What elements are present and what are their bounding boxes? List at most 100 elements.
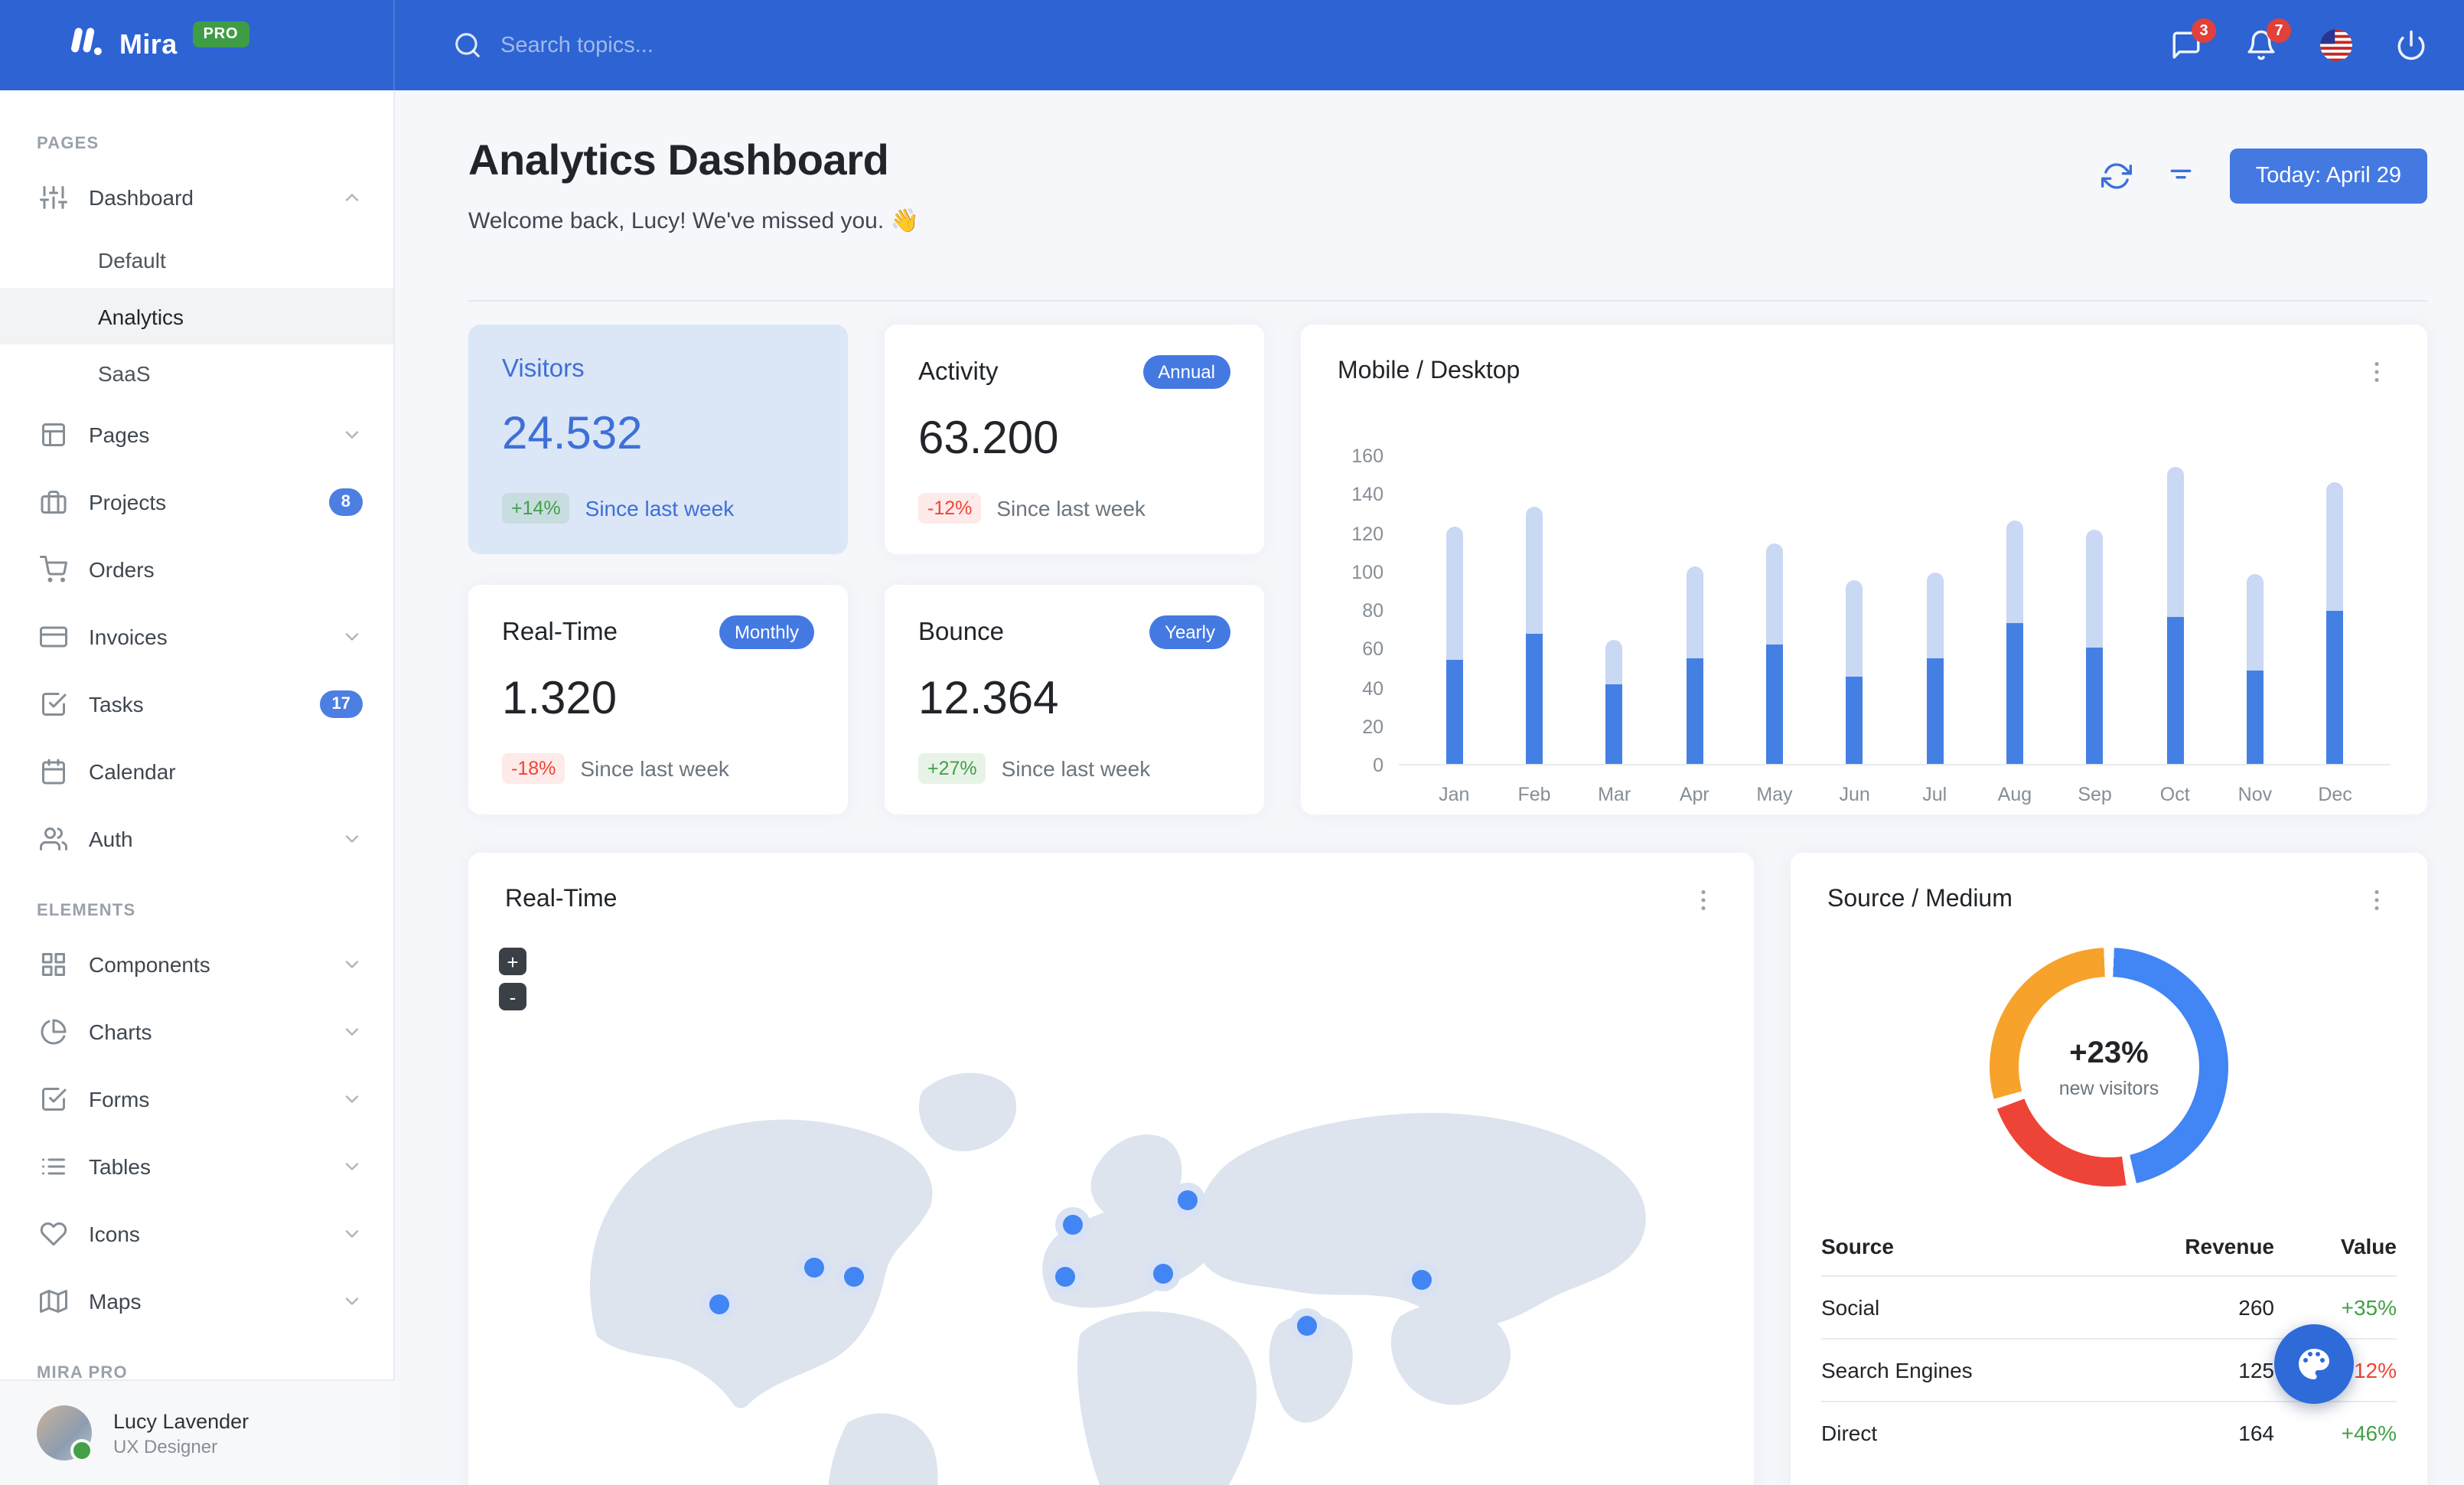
chevron-down-icon [341, 1291, 363, 1312]
sidebar-item-charts[interactable]: Charts [0, 998, 393, 1066]
user-role: UX Designer [113, 1435, 218, 1457]
donut-chart: +23% new visitors [1990, 948, 2228, 1186]
power-icon[interactable] [2395, 29, 2427, 61]
sidebar-item-calendar[interactable]: Calendar [0, 738, 393, 805]
sidebar-item-components[interactable]: Components [0, 931, 393, 998]
map-marker[interactable] [1153, 1263, 1174, 1284]
sidebar-item-auth[interactable]: Auth [0, 805, 393, 873]
sidebar-item-orders[interactable]: Orders [0, 536, 393, 603]
sidebar-item-pages[interactable]: Pages [0, 401, 393, 468]
delta-chip: -12% [918, 493, 982, 524]
world-map [499, 920, 1723, 1485]
y-axis-tick: 60 [1362, 638, 1384, 661]
stacked-bar-dec[interactable] [2326, 481, 2344, 764]
messages-icon[interactable]: 3 [2170, 18, 2216, 61]
kebab-menu-icon[interactable] [2363, 358, 2391, 386]
pro-badge: PRO [192, 21, 249, 47]
palette-icon [2299, 1349, 2329, 1379]
stacked-bar-jul[interactable] [1926, 573, 1944, 764]
chart-title: Mobile / Desktop [1338, 358, 1520, 384]
sidebar-subitem-analytics[interactable]: Analytics [0, 288, 393, 344]
stat-value: 24.532 [502, 409, 643, 459]
stacked-bar-jan[interactable] [1445, 526, 1463, 764]
grid-icon [40, 951, 67, 978]
map-zoom-in-button[interactable]: + [499, 948, 526, 975]
map-marker[interactable] [803, 1257, 824, 1278]
delta-chip: -18% [502, 753, 565, 784]
y-axis-tick: 40 [1362, 677, 1384, 699]
refresh-icon[interactable] [2101, 161, 2132, 191]
sidebar-count-badge: 17 [319, 690, 363, 718]
sidebar-item-projects[interactable]: Projects 8 [0, 468, 393, 536]
chevron-down-icon [341, 1156, 363, 1177]
bar-cell [2215, 456, 2296, 764]
sidebar-item-dashboard[interactable]: Dashboard [0, 164, 393, 231]
bar-cell [2055, 456, 2135, 764]
sidebar-item-tasks[interactable]: Tasks 17 [0, 671, 393, 738]
bar-cell [1494, 456, 1575, 764]
sidebar-item-invoices[interactable]: Invoices [0, 603, 393, 671]
stacked-bar-feb[interactable] [1525, 507, 1543, 764]
sidebar-item-icons[interactable]: Icons [0, 1200, 393, 1268]
sidebar-item-tables[interactable]: Tables [0, 1133, 393, 1200]
sidebar-subitem-default[interactable]: Default [0, 231, 393, 288]
stacked-bar-jun[interactable] [1846, 580, 1863, 764]
map-marker[interactable] [1297, 1316, 1317, 1336]
map-marker[interactable] [709, 1294, 729, 1315]
map-marker[interactable] [1178, 1190, 1198, 1210]
theme-settings-fab[interactable] [2274, 1324, 2354, 1404]
sidebar-subitem-saas[interactable]: SaaS [0, 344, 393, 401]
stacked-bar-apr[interactable] [1686, 566, 1703, 764]
map-marker[interactable] [1055, 1267, 1076, 1288]
pie-chart-icon [40, 1018, 67, 1046]
map-marker[interactable] [1412, 1269, 1432, 1290]
cell-revenue: 164 [2238, 1421, 2274, 1445]
date-range-button[interactable]: Today: April 29 [2229, 148, 2427, 204]
sidebar-item-maps[interactable]: Maps [0, 1268, 393, 1335]
global-search [395, 31, 2170, 60]
stat-caption: Since last week [580, 756, 729, 781]
y-axis-tick: 100 [1351, 561, 1384, 583]
stacked-bar-aug[interactable] [2006, 520, 2023, 764]
kebab-menu-icon[interactable] [1690, 886, 1717, 914]
donut-center-caption: new visitors [2058, 1077, 2159, 1098]
world-map-svg [590, 1072, 1646, 1485]
notification-count-badge: 7 [2267, 18, 2291, 43]
chevron-down-icon [341, 954, 363, 975]
header-divider [468, 300, 2427, 302]
sidebar-count-badge: 8 [328, 488, 363, 516]
table-header-revenue: Revenue [2185, 1234, 2274, 1258]
sidebar-item-forms[interactable]: Forms [0, 1066, 393, 1133]
filter-icon[interactable] [2166, 161, 2196, 191]
x-axis-label: Feb [1517, 784, 1551, 805]
sidebar-item-label: Forms [89, 1087, 150, 1111]
x-axis-label: Aug [1997, 784, 2032, 805]
brand-home-link[interactable]: Mira PRO [0, 0, 395, 90]
sidebar-user[interactable]: Lucy Lavender UX Designer [0, 1379, 395, 1485]
notifications-icon[interactable]: 7 [2245, 18, 2291, 61]
stacked-bar-mar[interactable] [1605, 640, 1623, 764]
table-header-value: Value [2340, 1234, 2397, 1258]
stacked-bar-sep[interactable] [2086, 530, 2104, 764]
period-badge: Annual [1142, 355, 1230, 389]
search-input[interactable] [500, 33, 960, 57]
map-marker[interactable] [1063, 1214, 1084, 1235]
sidebar-section-label: PAGES [37, 135, 99, 153]
sidebar-item-label: Tasks [89, 692, 144, 716]
chevron-down-icon [341, 1021, 363, 1043]
kebab-menu-icon[interactable] [2363, 886, 2391, 914]
bar-mobile-segment [1765, 644, 1783, 764]
x-axis-label: Jan [1439, 784, 1470, 805]
stacked-bar-may[interactable] [1765, 543, 1783, 764]
map-zoom-out-button[interactable]: - [499, 983, 526, 1010]
stat-title: Activity [918, 357, 999, 385]
y-axis-tick: 160 [1351, 445, 1384, 467]
sidebar-item-label: Invoices [89, 625, 168, 649]
stacked-bar-nov[interactable] [2246, 574, 2264, 764]
chevron-down-icon [341, 424, 363, 445]
cell-source: Search Engines [1821, 1358, 1973, 1382]
stacked-bar-oct[interactable] [2166, 466, 2184, 764]
sidebar-item-label: Dashboard [89, 185, 194, 210]
map-marker[interactable] [844, 1267, 864, 1288]
language-flag-icon[interactable] [2320, 29, 2352, 61]
